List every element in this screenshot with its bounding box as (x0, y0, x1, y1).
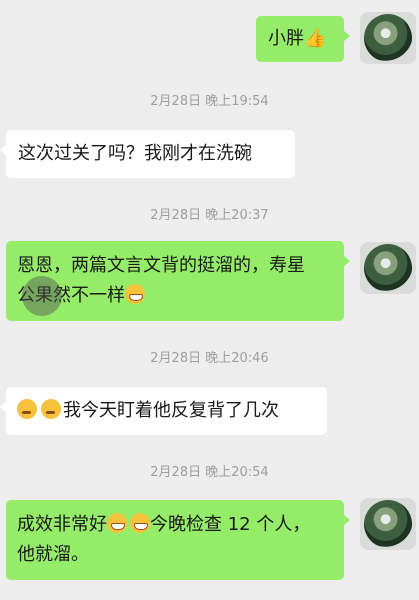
message-text: 这次过关了吗？我刚才在洗碗 (18, 143, 252, 164)
message-text: 成效非常好 (17, 514, 107, 535)
thumbs-up-icon: 👍 (304, 28, 327, 49)
thinking-emoji-icon (41, 399, 61, 419)
message-bubble-outgoing[interactable]: 成效非常好 今晚检查 12 个人， 他就溜。 (6, 500, 350, 580)
avatar[interactable] (360, 498, 416, 550)
thinking-emoji-icon (17, 399, 37, 419)
grin-emoji-icon (130, 513, 150, 533)
grin-emoji-icon (125, 284, 145, 304)
message-text: 小胖 (268, 28, 304, 49)
timestamp: 2月28日 晚上20:37 (150, 208, 269, 223)
message-text: 我今天盯着他反复背了几次 (63, 400, 279, 421)
message-text-line: 恩恩，两篇文言文背的挺溜的，寿星 (17, 255, 305, 276)
message-bubble-incoming[interactable]: 我今天盯着他反复背了几次 (0, 387, 327, 435)
message-bubble-outgoing[interactable]: 小胖👍 (256, 16, 350, 62)
avatar[interactable] (360, 12, 416, 64)
message-bubble-incoming[interactable]: 这次过关了吗？我刚才在洗碗 (0, 130, 295, 178)
timestamp: 2月28日 晚上20:54 (150, 465, 269, 480)
timestamp: 2月28日 晚上20:46 (150, 351, 269, 366)
grin-emoji-icon (107, 513, 127, 533)
message-text-line: 他就溜。 (17, 544, 89, 565)
avatar[interactable] (360, 242, 416, 294)
message-text: 今晚检查 12 个人， (150, 514, 311, 535)
timestamp: 2月28日 晚上19:54 (150, 94, 269, 109)
touch-indicator (22, 276, 62, 316)
